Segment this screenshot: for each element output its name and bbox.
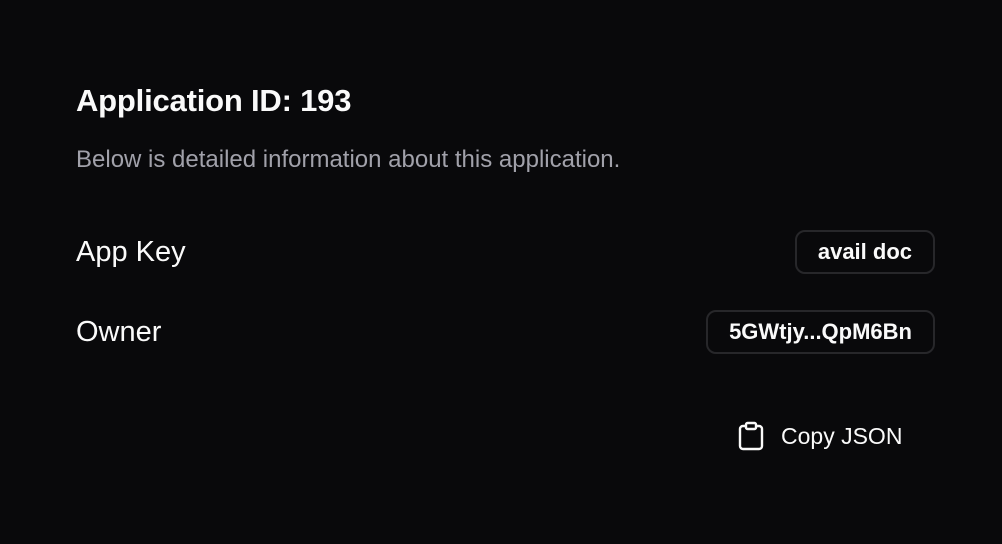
application-details-panel: Application ID: 193 Below is detailed in… xyxy=(0,0,1002,544)
owner-label: Owner xyxy=(76,316,162,348)
app-key-badge: avail doc xyxy=(794,230,935,274)
detail-row-owner: Owner 5GWtjy...QpM6Bn xyxy=(76,310,935,354)
clipboard-icon xyxy=(738,421,764,451)
copy-json-button[interactable]: Copy JSON xyxy=(726,412,914,460)
page-title: Application ID: 193 xyxy=(76,83,352,118)
app-key-label: App Key xyxy=(76,236,186,268)
copy-json-label: Copy JSON xyxy=(781,422,903,449)
page-description: Below is detailed information about this… xyxy=(76,146,621,173)
owner-address-badge[interactable]: 5GWtjy...QpM6Bn xyxy=(706,310,935,354)
detail-row-app-key: App Key avail doc xyxy=(76,230,935,274)
